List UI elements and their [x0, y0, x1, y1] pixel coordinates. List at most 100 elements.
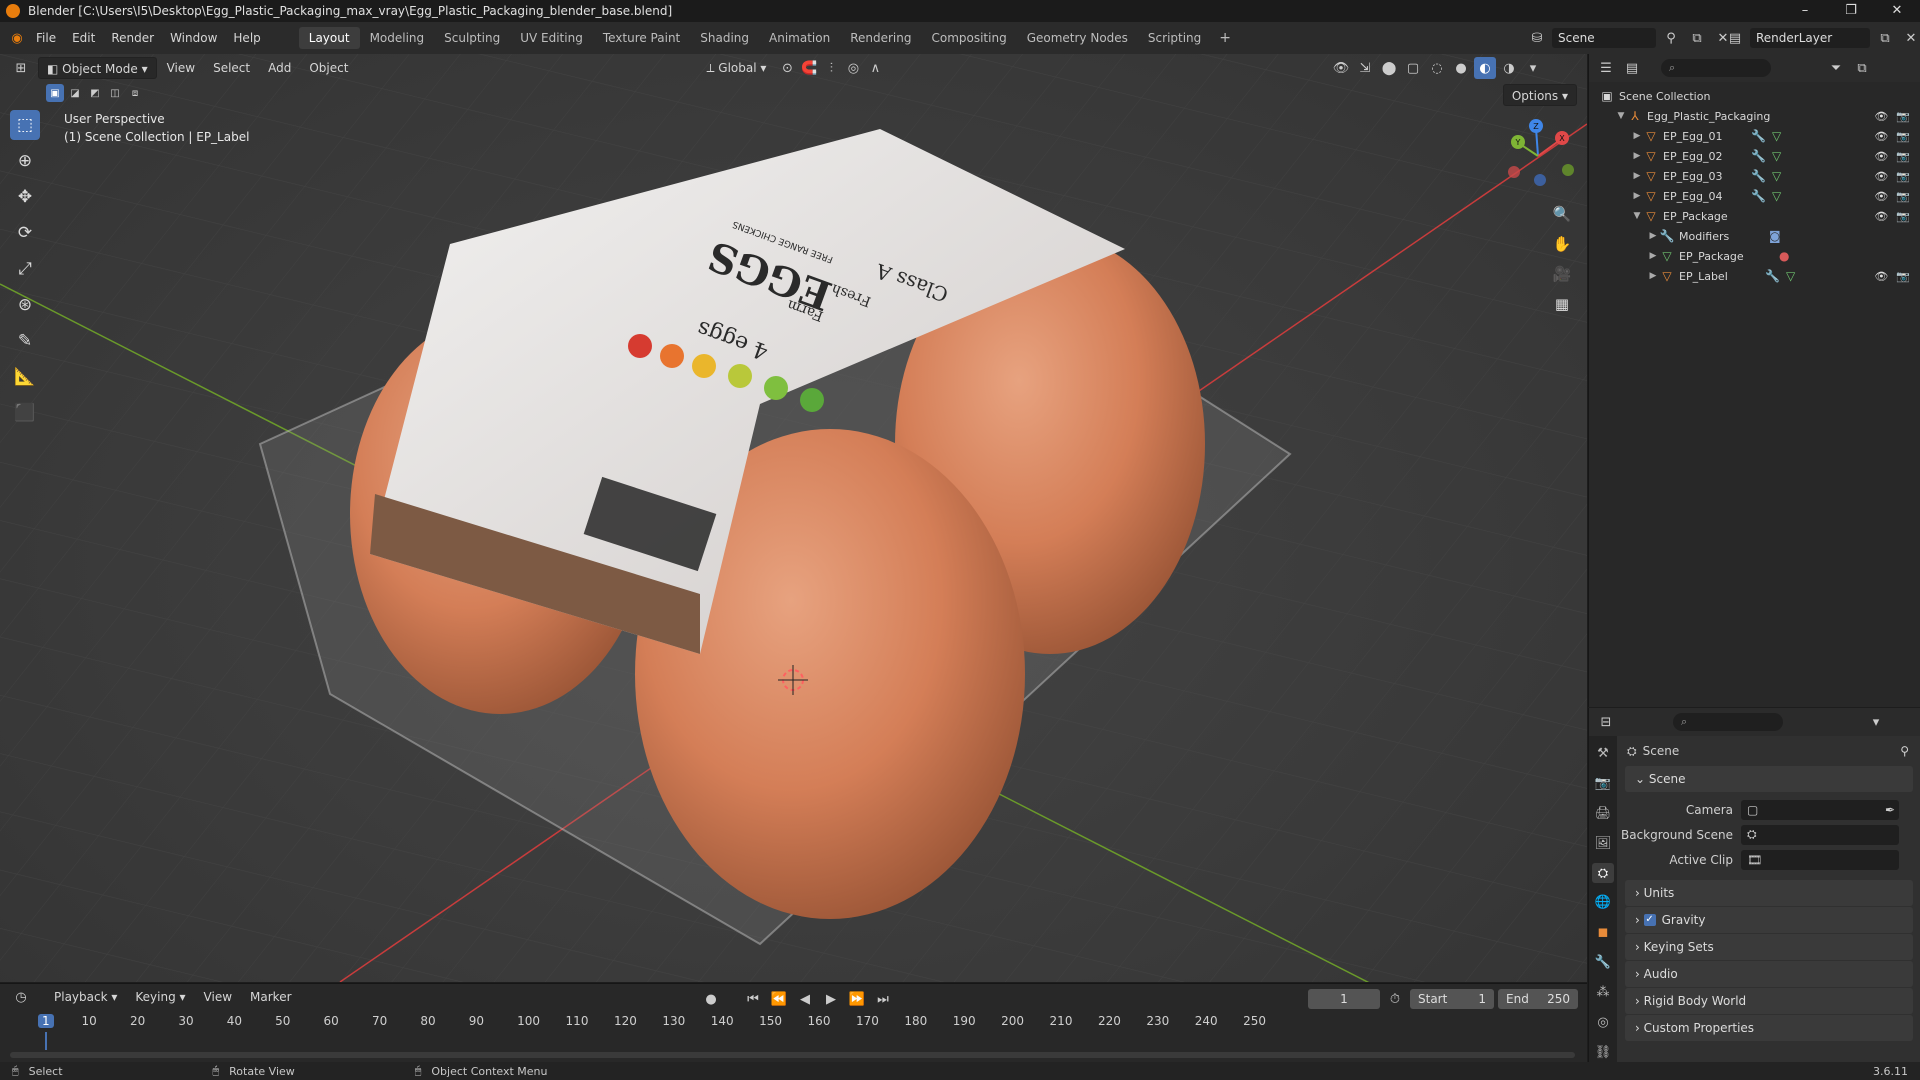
end-frame-field[interactable]: End 250: [1498, 989, 1578, 1009]
expand-down-icon[interactable]: ▼: [1615, 111, 1627, 121]
modifiers-tab-icon[interactable]: 🔧: [1592, 953, 1614, 973]
outliner-search-input[interactable]: ⌕: [1661, 59, 1771, 77]
gizmos-icon[interactable]: ⇲: [1354, 57, 1376, 79]
shading-rendered-icon[interactable]: ◑: [1498, 57, 1520, 79]
visibility-eye-icon[interactable]: 👁: [1874, 150, 1888, 163]
background-scene-field[interactable]: ⛭: [1741, 824, 1899, 845]
shading-material-icon[interactable]: ◐: [1474, 57, 1496, 79]
section-keying-sets[interactable]: › Keying Sets: [1625, 934, 1913, 960]
camera-field[interactable]: ▢ ✒: [1741, 799, 1899, 820]
outliner-row-ep-egg-04[interactable]: ▶ ▽ EP_Egg_04 🔧 ▽ 👁 📷: [1589, 186, 1920, 206]
select-subtract-icon[interactable]: ◩: [86, 84, 104, 102]
eyedropper-icon[interactable]: ✒: [1885, 803, 1895, 817]
timeline-scrollbar[interactable]: [10, 1052, 1575, 1058]
view-layer-icon[interactable]: ▤: [1724, 27, 1746, 49]
tab-scripting[interactable]: Scripting: [1138, 27, 1211, 49]
scale-tool-icon[interactable]: ⤢: [10, 254, 40, 284]
outliner-row-ep-label[interactable]: ▶ ▽ EP_Label 🔧 ▽ 👁 📷: [1589, 266, 1920, 286]
stopwatch-icon[interactable]: ⏱: [1384, 988, 1406, 1010]
properties-options-icon[interactable]: ▾: [1865, 711, 1887, 733]
gizmo-neg-z-icon[interactable]: [1534, 174, 1546, 186]
menu-file[interactable]: File: [28, 31, 64, 45]
section-units[interactable]: › Units: [1625, 880, 1913, 906]
scene-tab-icon[interactable]: ⛭: [1592, 863, 1614, 884]
section-custom-properties[interactable]: › Custom Properties: [1625, 1015, 1913, 1041]
shading-wireframe-icon[interactable]: ◌: [1426, 57, 1448, 79]
outliner-row-scene-collection[interactable]: ▣ Scene Collection: [1589, 86, 1920, 106]
tab-animation[interactable]: Animation: [759, 27, 840, 49]
menu-playback[interactable]: Playback ▾: [46, 986, 125, 1008]
play-reverse-icon[interactable]: ◀: [794, 988, 816, 1010]
minimize-button[interactable]: –: [1782, 0, 1828, 22]
add-workspace-button[interactable]: +: [1211, 30, 1239, 46]
visibility-eye-icon[interactable]: 👁: [1874, 170, 1888, 183]
shading-solid-icon[interactable]: ●: [1450, 57, 1472, 79]
outliner-row-ep-egg-01[interactable]: ▶ ▽ EP_Egg_01 🔧 ▽ 👁 📷: [1589, 126, 1920, 146]
render-camera-icon[interactable]: 📷: [1896, 170, 1910, 183]
scene-selector-icon[interactable]: ⛁: [1526, 27, 1548, 49]
measure-tool-icon[interactable]: 📐: [10, 362, 40, 392]
view-layer-field[interactable]: RenderLayer: [1750, 28, 1870, 48]
pivot-point-icon[interactable]: ⊙: [776, 57, 798, 79]
pin-scene-icon[interactable]: ⚲: [1660, 27, 1682, 49]
expand-down-icon[interactable]: ▼: [1631, 211, 1643, 221]
expand-right-icon[interactable]: ▶: [1631, 131, 1643, 141]
tab-shading[interactable]: Shading: [690, 27, 759, 49]
particles-tab-icon[interactable]: ⁂: [1592, 983, 1614, 1003]
mode-dropdown[interactable]: ◧ Object Mode ▾: [38, 57, 157, 79]
tab-layout[interactable]: Layout: [298, 27, 360, 49]
render-tab-icon[interactable]: 📷: [1592, 774, 1614, 794]
gizmo-neg-y-icon[interactable]: [1562, 164, 1574, 176]
blender-menu-icon[interactable]: ◉: [6, 27, 28, 49]
expand-right-icon[interactable]: ▶: [1647, 251, 1659, 261]
next-keyframe-icon[interactable]: ⏩: [846, 988, 868, 1010]
visibility-eye-icon[interactable]: 👁: [1874, 190, 1888, 203]
timeline-editor-type-icon[interactable]: ◷: [10, 986, 32, 1008]
outliner-row-ep-egg-02[interactable]: ▶ ▽ EP_Egg_02 🔧 ▽ 👁 📷: [1589, 146, 1920, 166]
menu-marker[interactable]: Marker: [242, 986, 299, 1008]
visibility-eye-icon[interactable]: 👁: [1874, 270, 1888, 283]
render-camera-icon[interactable]: 📷: [1896, 190, 1910, 203]
properties-editor-type-icon[interactable]: ⊟: [1595, 711, 1617, 733]
camera-view-icon[interactable]: 🎥: [1549, 262, 1575, 286]
world-tab-icon[interactable]: 🌐: [1592, 893, 1614, 913]
tab-geometry-nodes[interactable]: Geometry Nodes: [1017, 27, 1138, 49]
output-tab-icon[interactable]: 🖨: [1592, 804, 1614, 824]
maximize-button[interactable]: ❐: [1828, 0, 1874, 22]
rotate-tool-icon[interactable]: ⟳: [10, 218, 40, 248]
render-camera-icon[interactable]: 📷: [1896, 150, 1910, 163]
scene-name-field[interactable]: Scene: [1552, 28, 1656, 48]
section-rigid-body-world[interactable]: › Rigid Body World: [1625, 988, 1913, 1014]
render-camera-icon[interactable]: 📷: [1896, 270, 1910, 283]
new-collection-icon[interactable]: ⧉: [1851, 57, 1873, 79]
menu-select[interactable]: Select: [205, 57, 258, 79]
new-view-layer-icon[interactable]: ⧉: [1874, 27, 1896, 49]
tool-tab-icon[interactable]: ⚒: [1592, 744, 1614, 764]
pin-icon[interactable]: ⚲: [1900, 744, 1909, 758]
play-icon[interactable]: ▶: [820, 988, 842, 1010]
visibility-eye-icon[interactable]: 👁: [1874, 130, 1888, 143]
zoom-icon[interactable]: 🔍: [1549, 202, 1575, 226]
expand-right-icon[interactable]: ▶: [1631, 151, 1643, 161]
close-button[interactable]: ✕: [1874, 0, 1920, 22]
xray-icon[interactable]: ▢: [1402, 57, 1424, 79]
annotate-tool-icon[interactable]: ✎: [10, 326, 40, 356]
transform-tool-icon[interactable]: ⊛: [10, 290, 40, 320]
menu-view[interactable]: View: [159, 57, 203, 79]
section-audio[interactable]: › Audio: [1625, 961, 1913, 987]
menu-add[interactable]: Add: [260, 57, 299, 79]
display-mode-icon[interactable]: ▤: [1621, 57, 1643, 79]
expand-right-icon[interactable]: ▶: [1631, 171, 1643, 181]
tab-sculpting[interactable]: Sculpting: [434, 27, 510, 49]
constraints-tab-icon[interactable]: ⛓: [1592, 1042, 1614, 1062]
transform-orientation-dropdown[interactable]: ⟂ Global ▾: [698, 57, 774, 79]
delete-view-layer-icon[interactable]: ✕: [1900, 27, 1920, 49]
menu-window[interactable]: Window: [162, 31, 225, 45]
outliner-editor-type-icon[interactable]: ☰: [1595, 57, 1617, 79]
shading-options-icon[interactable]: ▾: [1522, 57, 1544, 79]
playhead-line[interactable]: [45, 1032, 47, 1050]
visibility-icon[interactable]: 👁: [1330, 57, 1352, 79]
select-new-icon[interactable]: ▣: [46, 84, 64, 102]
move-tool-icon[interactable]: ✥: [10, 182, 40, 212]
menu-object[interactable]: Object: [301, 57, 356, 79]
